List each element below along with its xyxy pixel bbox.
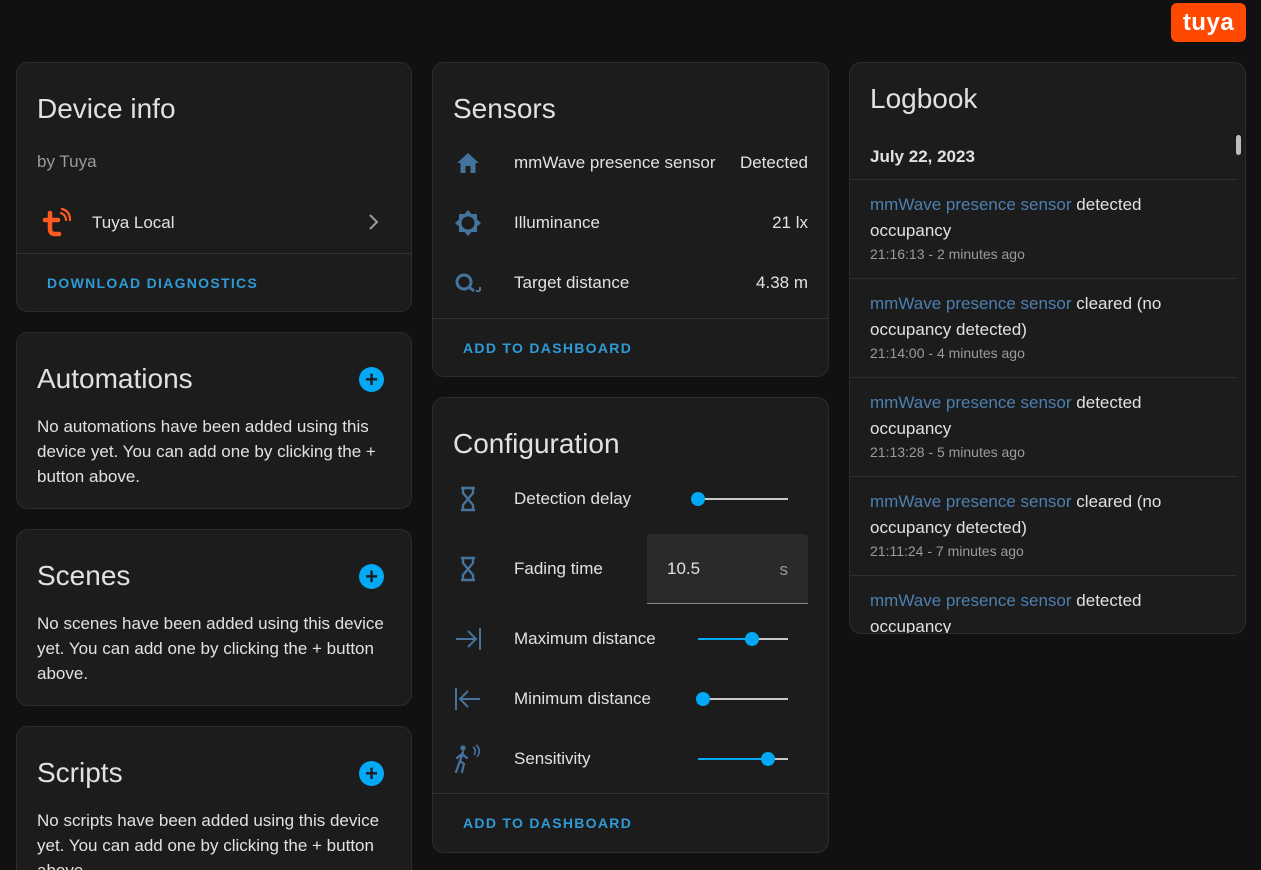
divider xyxy=(433,793,828,794)
integration-row[interactable]: Tuya Local xyxy=(17,203,411,243)
log-time: 21:16:13 - 2 minutes ago xyxy=(870,246,1025,262)
config-row-maximum-distance: Maximum distance xyxy=(433,624,828,654)
brightness-icon xyxy=(453,208,483,238)
slider-fill xyxy=(698,638,752,640)
entity-link[interactable]: mmWave presence sensor xyxy=(870,492,1072,511)
entity-link[interactable]: mmWave presence sensor xyxy=(870,591,1072,610)
config-label: Minimum distance xyxy=(514,689,651,708)
scripts-title: Scripts xyxy=(37,757,123,788)
sensor-row-illuminance[interactable]: Illuminance 21 lx xyxy=(433,208,828,238)
slider-handle[interactable] xyxy=(761,752,776,766)
config-row-minimum-distance: Minimum distance xyxy=(433,684,828,714)
scenes-empty-text: No scenes have been added using this dev… xyxy=(37,614,384,683)
minimum-distance-slider[interactable] xyxy=(695,692,788,706)
automations-empty-text: No automations have been added using thi… xyxy=(37,417,376,486)
logbook-entry: mmWave presence sensor cleared (no occup… xyxy=(850,476,1237,575)
logbook-date: July 22, 2023 xyxy=(870,147,975,166)
scripts-card: Scripts + No scripts have been added usi… xyxy=(16,726,412,870)
sensor-value: Detected xyxy=(739,153,808,172)
logbook-title: Logbook xyxy=(870,83,978,114)
scenes-title: Scenes xyxy=(37,560,131,591)
log-time: 21:13:28 - 5 minutes ago xyxy=(870,444,1025,460)
detection-delay-slider[interactable] xyxy=(691,492,788,506)
add-script-button[interactable]: + xyxy=(359,761,384,786)
logbook-scrollbar[interactable] xyxy=(1236,135,1241,155)
sensor-row-target-distance[interactable]: Target distance 4.38 m xyxy=(433,268,828,298)
plus-icon: + xyxy=(365,760,378,786)
sensor-value: 4.38 m xyxy=(756,273,808,292)
sensor-label: mmWave presence sensor xyxy=(514,153,716,172)
configuration-title: Configuration xyxy=(453,428,620,459)
sensors-add-to-dashboard-button[interactable]: ADD TO DASHBOARD xyxy=(463,340,632,356)
log-message: mmWave presence sensor detected occupanc… xyxy=(870,390,1217,442)
maximum-distance-slider[interactable] xyxy=(698,632,788,646)
hourglass-icon xyxy=(453,484,483,514)
entity-link[interactable]: mmWave presence sensor xyxy=(870,195,1072,214)
config-label: Maximum distance xyxy=(514,629,656,648)
chevron-right-icon xyxy=(367,213,379,236)
hourglass-icon xyxy=(453,554,483,584)
motion-sensor-icon xyxy=(453,744,483,774)
logbook-entry: mmWave presence sensor detected occupanc… xyxy=(850,377,1237,476)
logbook-card: Logbook July 22, 2023 mmWave presence se… xyxy=(849,62,1246,634)
integration-label: Tuya Local xyxy=(92,213,175,232)
sensor-row-presence[interactable]: mmWave presence sensor Detected xyxy=(433,148,828,178)
scripts-empty-text: No scripts have been added using this de… xyxy=(37,811,380,870)
arrow-collapse-left-icon xyxy=(453,684,483,714)
config-label: Fading time xyxy=(514,559,603,578)
sensitivity-slider[interactable] xyxy=(698,752,788,766)
log-message: mmWave presence sensor cleared (no occup… xyxy=(870,291,1217,343)
log-message: mmWave presence sensor cleared (no occup… xyxy=(870,489,1217,541)
magnify-distance-icon xyxy=(453,268,483,298)
logbook-entry: mmWave presence sensor detected occupanc… xyxy=(850,575,1237,633)
automations-card: Automations + No automations have been a… xyxy=(16,332,412,509)
config-row-sensitivity: Sensitivity xyxy=(433,744,828,774)
config-row-fading-time: Fading time 10.5 s xyxy=(433,534,828,604)
slider-fill xyxy=(698,758,769,760)
config-label: Sensitivity xyxy=(514,749,591,768)
logbook-entry: mmWave presence sensor cleared (no occup… xyxy=(850,278,1237,377)
log-message: mmWave presence sensor detected occupanc… xyxy=(870,588,1217,633)
entity-link[interactable]: mmWave presence sensor xyxy=(870,393,1072,412)
fading-time-value: 10.5 xyxy=(667,559,701,578)
sensor-label: Target distance xyxy=(514,273,630,292)
log-message: mmWave presence sensor detected occupanc… xyxy=(870,192,1217,244)
sensor-value: 21 lx xyxy=(772,213,808,232)
plus-icon: + xyxy=(365,563,378,589)
sensors-title: Sensors xyxy=(453,93,556,124)
config-row-detection-delay: Detection delay xyxy=(433,484,828,514)
plus-icon: + xyxy=(365,366,378,392)
download-diagnostics-button[interactable]: DOWNLOAD DIAGNOSTICS xyxy=(47,275,258,291)
slider-handle[interactable] xyxy=(695,692,710,706)
fading-time-input[interactable]: 10.5 s xyxy=(647,534,808,604)
scenes-card: Scenes + No scenes have been added using… xyxy=(16,529,412,706)
arrow-collapse-right-icon xyxy=(453,624,483,654)
config-label: Detection delay xyxy=(514,489,632,508)
add-scene-button[interactable]: + xyxy=(359,564,384,589)
configuration-add-to-dashboard-button[interactable]: ADD TO DASHBOARD xyxy=(463,815,632,831)
add-automation-button[interactable]: + xyxy=(359,367,384,392)
logbook-entry: mmWave presence sensor detected occupanc… xyxy=(850,179,1237,278)
device-info-card: Device info by Tuya Tuya Local DOWNLOAD … xyxy=(16,62,412,312)
slider-handle[interactable] xyxy=(691,492,705,506)
slider-handle[interactable] xyxy=(745,632,759,646)
tuya-logo: tuya xyxy=(1171,3,1246,42)
log-time: 21:11:24 - 7 minutes ago xyxy=(870,543,1024,559)
fading-time-unit: s xyxy=(779,560,789,579)
divider xyxy=(17,253,411,254)
log-time: 21:14:00 - 4 minutes ago xyxy=(870,345,1025,361)
automations-title: Automations xyxy=(37,363,193,394)
sensor-label: Illuminance xyxy=(514,213,600,232)
tuya-local-icon xyxy=(41,207,73,244)
device-manufacturer: by Tuya xyxy=(37,152,97,171)
device-info-title: Device info xyxy=(37,93,176,124)
entity-link[interactable]: mmWave presence sensor xyxy=(870,294,1072,313)
sensors-card: Sensors mmWave presence sensor Detected … xyxy=(432,62,829,377)
home-icon xyxy=(453,148,483,178)
divider xyxy=(433,318,828,319)
configuration-card: Configuration Detection delay Fading tim… xyxy=(432,397,829,853)
